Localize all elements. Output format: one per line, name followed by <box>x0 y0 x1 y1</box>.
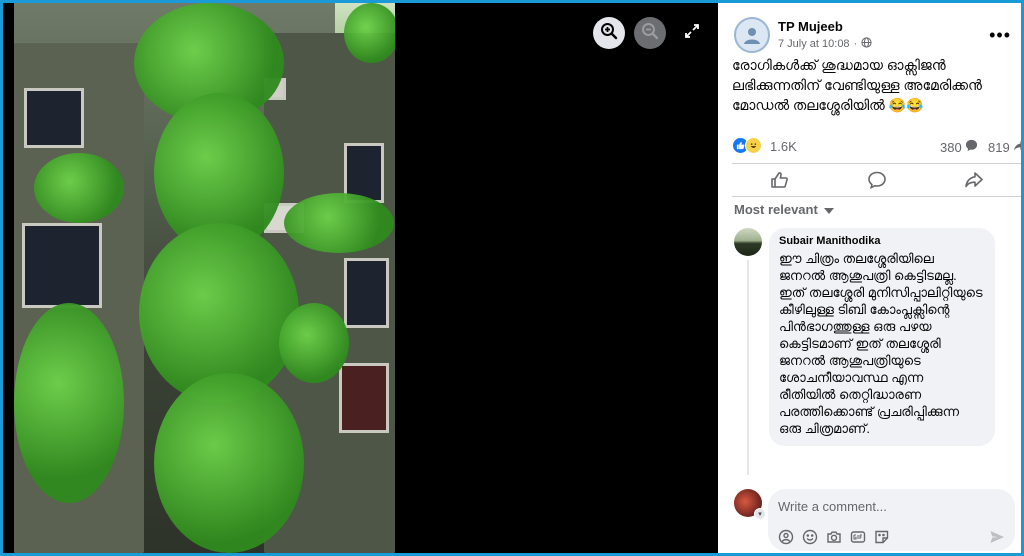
thumbs-up-icon <box>771 171 789 188</box>
comment-count[interactable]: 380 <box>940 139 978 155</box>
commenter-name[interactable]: Subair Manithodika <box>779 235 983 247</box>
share-count[interactable]: 819 <box>988 139 1021 155</box>
zoom-out-button[interactable] <box>634 17 666 49</box>
post-side-panel: TP Mujeeb 7 July at 10:08 · ••• രോഗികൾക്… <box>718 3 1021 553</box>
photo-window <box>344 258 389 328</box>
composer-tools <box>778 529 890 550</box>
person-icon <box>744 28 760 44</box>
more-options-icon[interactable]: ••• <box>989 25 1011 46</box>
comment-count-value: 380 <box>940 139 962 155</box>
share-count-value: 819 <box>988 139 1010 155</box>
share-button[interactable] <box>964 170 984 195</box>
photo-foliage <box>14 303 124 503</box>
reply-thread-line <box>747 260 749 475</box>
post-viewer-window: TP Mujeeb 7 July at 10:08 · ••• രോഗികൾക്… <box>3 3 1021 553</box>
send-button[interactable] <box>989 529 1005 550</box>
author-avatar[interactable] <box>734 17 770 53</box>
photo-foliage <box>34 153 124 223</box>
sticker-icon[interactable] <box>874 529 890 550</box>
avatar-sticker-icon[interactable] <box>778 529 794 550</box>
post-caption: രോഗികൾക്ക് ശുദ്ധമായ ഓക്സിജൻ ലഭിക്കുന്നതി… <box>732 57 982 113</box>
camera-icon[interactable] <box>826 529 842 550</box>
fullscreen-icon <box>684 23 700 44</box>
haha-reaction-icon <box>745 137 762 154</box>
like-button[interactable] <box>770 170 790 195</box>
divider <box>732 196 1021 197</box>
photo-foliage <box>344 3 395 63</box>
comment-sort-dropdown[interactable]: Most relevant <box>734 202 834 217</box>
comment-input[interactable] <box>778 495 998 517</box>
my-avatar[interactable]: ▾ <box>734 489 766 520</box>
photo-window <box>24 88 84 148</box>
commenter-avatar[interactable] <box>734 228 762 256</box>
comment-bubble-icon <box>965 139 978 155</box>
meta-separator: · <box>853 38 858 50</box>
reaction-count[interactable]: 1.6K <box>770 139 797 154</box>
caret-down-icon <box>823 202 834 217</box>
post-meta: 7 July at 10:08 · <box>778 37 872 51</box>
divider <box>732 163 1021 164</box>
comment-input-box <box>768 489 1015 551</box>
zoom-in-button[interactable] <box>593 17 625 49</box>
share-icon <box>964 171 983 187</box>
photo-window <box>339 363 389 433</box>
post-timestamp[interactable]: 7 July at 10:08 <box>778 38 850 50</box>
author-name[interactable]: TP Mujeeb <box>778 19 872 34</box>
gif-icon[interactable] <box>850 529 866 550</box>
comment-composer: ▾ <box>718 481 1021 553</box>
emoji-icon[interactable] <box>802 529 818 550</box>
zoom-in-icon <box>600 22 618 45</box>
comment-button[interactable] <box>867 170 887 195</box>
post-photo[interactable] <box>14 3 395 553</box>
post-stats: 1.6K 380 819 <box>732 135 1021 155</box>
comment-text: ഈ ചിത്രം തലശ്ശേരിയിലെ ജനറൽ ആശുപത്രി കെട്… <box>779 251 983 436</box>
reaction-icons[interactable] <box>732 137 762 154</box>
photo-viewer <box>3 3 718 553</box>
send-arrow-icon <box>990 531 1004 543</box>
comment-icon <box>868 171 886 189</box>
chevron-down-icon[interactable]: ▾ <box>754 508 766 520</box>
photo-foliage <box>279 303 349 383</box>
sort-label: Most relevant <box>734 202 818 217</box>
globe-icon <box>861 37 872 51</box>
share-arrow-icon <box>1013 139 1021 155</box>
photo-foliage <box>154 373 304 553</box>
post-actions <box>732 169 1021 195</box>
fullscreen-button[interactable] <box>676 17 708 49</box>
zoom-out-icon <box>641 22 659 45</box>
comment-bubble: Subair Manithodika ഈ ചിത്രം തലശ്ശേരിയിലെ… <box>769 228 995 446</box>
photo-foliage <box>284 193 394 253</box>
post-header: TP Mujeeb 7 July at 10:08 · <box>734 17 872 53</box>
photo-window <box>22 223 102 308</box>
